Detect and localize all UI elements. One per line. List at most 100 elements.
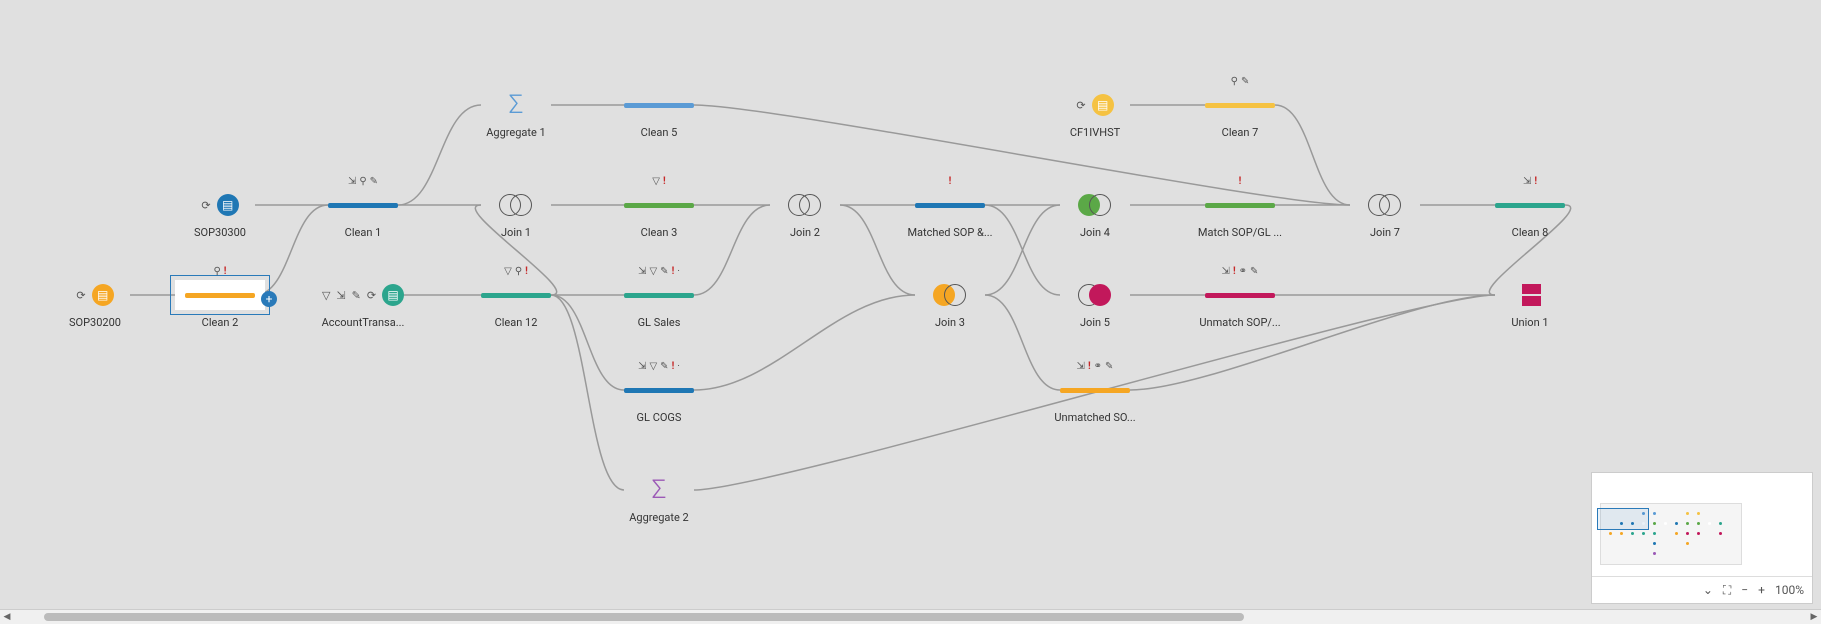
node-label: Join 3 [905, 316, 995, 329]
join-icon [1078, 284, 1112, 306]
node-label: Clean 2 [175, 316, 265, 329]
node-label: Match SOP/GL ... [1195, 226, 1285, 239]
aggregate-icon: Σ [509, 90, 524, 120]
node-clean12[interactable]: ▽⚲!Clean 12 [471, 280, 561, 329]
node-clean5[interactable]: Clean 5 [614, 90, 704, 139]
node-join7[interactable]: Join 7 [1340, 190, 1430, 239]
node-glsales[interactable]: ⇲▽✎!·GL Sales [614, 280, 704, 329]
minimap[interactable]: ⌄ ⛶ − + 100% [1591, 472, 1813, 604]
changes-indicator: ⇲! [1485, 176, 1575, 187]
join-icon [933, 284, 967, 306]
node-clean8[interactable]: ⇲!Clean 8 [1485, 190, 1575, 239]
scroll-right-icon[interactable]: ▶ [1807, 612, 1821, 622]
edge-join3-unmatchedso [985, 295, 1060, 390]
node-label: Aggregate 1 [471, 126, 561, 139]
edge-clean7-join7 [1275, 105, 1350, 205]
node-label: GL Sales [614, 316, 704, 329]
changes-indicator: ⇲!⚭✎ [1050, 361, 1140, 372]
changes-indicator: ⇲⚲✎ [318, 176, 408, 187]
filter-icon: ▽ [504, 266, 512, 277]
err-icon: ! [1534, 176, 1537, 187]
err-icon: ! [672, 361, 675, 372]
node-label: Clean 3 [614, 226, 704, 239]
horizontal-scrollbar[interactable]: ◀ ▶ [0, 609, 1821, 624]
refresh-icon: ⟳ [76, 289, 85, 302]
filter-icon: ▽ [649, 361, 657, 372]
changes-indicator: ! [905, 176, 995, 187]
dot-icon: · [677, 361, 680, 372]
clean-step-bar [1495, 203, 1565, 208]
node-union1[interactable]: Union 1 [1485, 280, 1575, 329]
edit-icon: ✎ [660, 266, 668, 277]
node-clean7[interactable]: ⚲✎Clean 7 [1195, 90, 1285, 139]
node-unmatchedso[interactable]: ⇲!⚭✎Unmatched SO... [1050, 375, 1140, 424]
calc-icon: ⚲ [359, 176, 366, 187]
minimap-view[interactable] [1592, 473, 1812, 576]
filter-icon: ▽ [652, 176, 660, 187]
node-clean1[interactable]: ⇲⚲✎Clean 1 [318, 190, 408, 239]
node-label: Join 7 [1340, 226, 1430, 239]
node-join5[interactable]: Join 5 [1050, 280, 1140, 329]
changes-indicator: ⇲▽✎!· [614, 361, 704, 372]
node-matchsopgl[interactable]: !Match SOP/GL ... [1195, 190, 1285, 239]
node-accounttrans[interactable]: ▽⇲✎⟳▤AccountTransa... [318, 280, 408, 329]
filter-icon: ▽ [649, 266, 657, 277]
node-glcogs[interactable]: ⇲▽✎!·GL COGS [614, 375, 704, 424]
node-clean3[interactable]: ▽!Clean 3 [614, 190, 704, 239]
clean-step-bar [481, 293, 551, 298]
rename-icon: ⇲ [638, 361, 646, 372]
join-icon [1368, 194, 1402, 216]
edit-icon: ✎ [352, 289, 361, 302]
err-icon: ! [224, 266, 227, 277]
node-label: Join 4 [1050, 226, 1140, 239]
scroll-left-icon[interactable]: ◀ [0, 612, 14, 622]
calc-icon: ⚲ [1231, 76, 1238, 87]
clean-step-bar [624, 293, 694, 298]
rename-icon: ⇲ [1077, 361, 1085, 372]
minimap-collapse-icon[interactable]: ⌄ [1703, 583, 1713, 597]
flow-canvas[interactable]: ⟳▤SOP30200⚲!+Clean 2⟳▤SOP30300▽⇲✎⟳▤Accou… [0, 0, 1821, 624]
changes-indicator: ! [1195, 176, 1285, 187]
clean-step-bar [328, 203, 398, 208]
rename-icon: ⇲ [336, 289, 345, 302]
node-label: Unmatched SO... [1050, 411, 1140, 424]
node-label: Clean 5 [614, 126, 704, 139]
minimap-viewport[interactable] [1597, 508, 1649, 530]
node-sop30300[interactable]: ⟳▤SOP30300 [175, 190, 265, 239]
datasource-icon: ▤ [217, 194, 239, 216]
node-label: Matched SOP &... [905, 226, 995, 239]
node-unmatchsop[interactable]: ⇲!⚭✎Unmatch SOP/... [1195, 280, 1285, 329]
rename-icon: ⇲ [348, 176, 356, 187]
edge-unmatchedso-union1 [1130, 295, 1495, 390]
edge-glsales-join2 [694, 205, 770, 295]
node-label: AccountTransa... [318, 316, 408, 329]
node-clean2[interactable]: ⚲!+Clean 2 [175, 280, 265, 329]
err-icon: ! [663, 176, 666, 187]
node-label: CF1IVHST [1050, 126, 1140, 139]
node-join4[interactable]: Join 4 [1050, 190, 1140, 239]
node-aggregate2[interactable]: ΣAggregate 2 [614, 475, 704, 524]
union-icon [1519, 284, 1541, 306]
node-matchedsop[interactable]: !Matched SOP &... [905, 190, 995, 239]
node-join3[interactable]: Join 3 [905, 280, 995, 329]
fit-icon[interactable]: ⛶ [1723, 583, 1731, 598]
add-step-button[interactable]: + [261, 291, 277, 307]
node-join2[interactable]: Join 2 [760, 190, 850, 239]
datasource-icon: ▤ [1092, 94, 1114, 116]
edit-icon: ✎ [1105, 361, 1113, 372]
filter-icon: ▽ [322, 289, 330, 302]
scroll-thumb[interactable] [44, 613, 1244, 621]
node-label: Clean 7 [1195, 126, 1285, 139]
zoom-out-icon[interactable]: − [1741, 583, 1748, 597]
zoom-in-icon[interactable]: + [1758, 583, 1765, 597]
node-sop30200[interactable]: ⟳▤SOP30200 [50, 280, 140, 329]
edge-join2-join3 [840, 205, 915, 295]
err-icon: ! [1239, 176, 1242, 187]
node-join1[interactable]: Join 1 [471, 190, 561, 239]
node-label: Join 1 [471, 226, 561, 239]
node-label: Join 2 [760, 226, 850, 239]
node-label: SOP30200 [50, 316, 140, 329]
join-icon [788, 194, 822, 216]
node-aggregate1[interactable]: Σ Aggregate 1 [471, 90, 561, 139]
node-cf1ivhst[interactable]: ⟳▤CF1IVHST [1050, 90, 1140, 139]
